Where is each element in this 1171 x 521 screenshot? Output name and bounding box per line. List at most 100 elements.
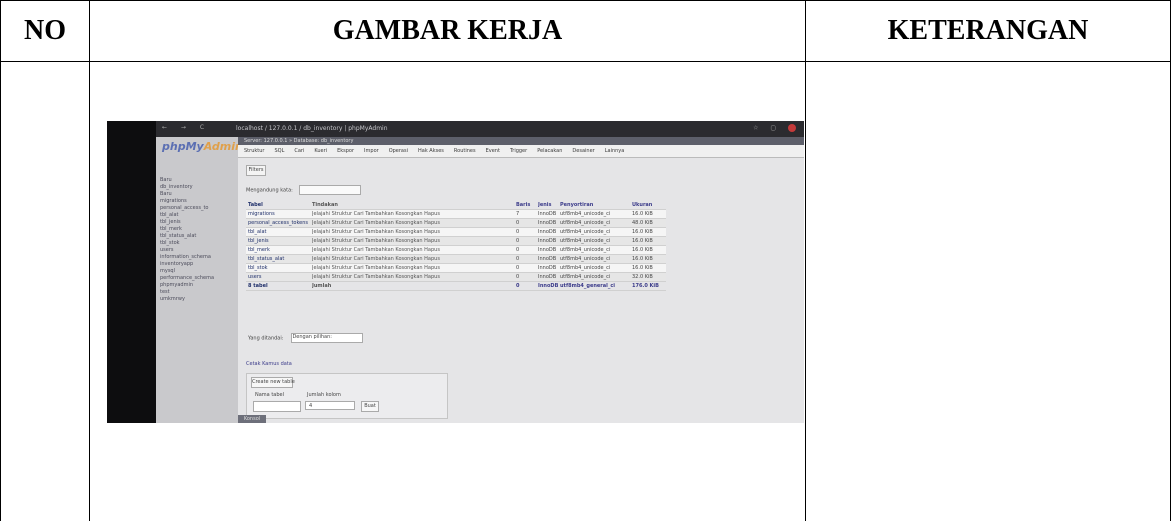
table-cell: 32.0 KiB bbox=[632, 274, 653, 280]
tab-item[interactable]: Lainnya bbox=[605, 148, 625, 154]
header-gambar-kerja: GAMBAR KERJA bbox=[332, 15, 563, 46]
print-links[interactable]: Cetak Kamus data bbox=[246, 361, 292, 367]
window-controls[interactable]: ☆ ▢ bbox=[753, 124, 796, 132]
table-cell: utf8mb4_unicode_ci bbox=[560, 274, 611, 280]
sidebar-item[interactable]: phpmyadmin bbox=[160, 282, 214, 289]
table-cell: InnoDB bbox=[538, 265, 557, 271]
table-cell: InnoDB bbox=[538, 256, 557, 262]
console-tab[interactable]: Konsol bbox=[238, 415, 266, 423]
screen-photo: ← → C localhost / 127.0.0.1 / db_invento… bbox=[107, 121, 804, 423]
table-cell: 0 bbox=[516, 247, 520, 253]
sidebar-item[interactable]: tbl_status_alat bbox=[160, 233, 214, 240]
table-cell: utf8mb4_unicode_ci bbox=[560, 220, 611, 226]
with-selected-label: Yang ditandai: bbox=[248, 335, 284, 342]
sidebar-item[interactable]: users bbox=[160, 247, 214, 254]
table-row[interactable]: tbl_merk Jelajahi Struktur Cari Tambahkan… bbox=[246, 246, 666, 255]
table-cell: 8 tabel bbox=[248, 283, 268, 289]
sidebar-item[interactable]: tbl_jenis bbox=[160, 219, 214, 226]
tab-item[interactable]: Kueri bbox=[314, 148, 327, 154]
table-cell: 16.0 KiB bbox=[632, 256, 653, 262]
sidebar-item[interactable]: information_schema bbox=[160, 254, 214, 261]
tab-item[interactable]: Cari bbox=[294, 148, 304, 154]
table-cell: utf8mb4_unicode_ci bbox=[560, 229, 611, 235]
pma-main: Server: 127.0.0.1 » Database: db_invento… bbox=[238, 137, 804, 423]
tab-item[interactable]: Routines bbox=[454, 148, 476, 154]
table-cell: 0 bbox=[516, 274, 520, 280]
sidebar-item[interactable]: Baru bbox=[160, 177, 214, 184]
table-row[interactable]: tbl_stok Jelajahi Struktur Cari Tambahkan… bbox=[246, 264, 666, 273]
table-row[interactable]: personal_access_tokens Jelajahi Struktur … bbox=[246, 219, 666, 228]
columns-label: Jumlah kolom bbox=[307, 392, 341, 398]
tables-list: Tabel Tindakan Baris Jenis Penyortiran Ukuran… bbox=[246, 201, 666, 291]
containing-filter: Mengandung kata: bbox=[246, 185, 361, 195]
table-cell: 0 bbox=[516, 238, 520, 244]
table-cell: InnoDB bbox=[538, 283, 558, 289]
tab-item[interactable]: Struktur bbox=[244, 148, 264, 154]
table-cell: InnoDB bbox=[538, 220, 557, 226]
create-table-panel: Create new table Nama tabel Jumlah kolom… bbox=[246, 373, 448, 419]
table-cell: 16.0 KiB bbox=[632, 265, 653, 271]
header-keterangan: KETERANGAN bbox=[887, 15, 1089, 46]
table-cell: 176.0 KiB bbox=[632, 283, 659, 289]
with-selected-dropdown[interactable]: Dengan pilihan: bbox=[291, 333, 364, 343]
containing-input[interactable] bbox=[298, 185, 361, 195]
breadcrumb[interactable]: Server: 127.0.0.1 » Database: db_invento… bbox=[238, 137, 804, 145]
table-cell: migrations bbox=[248, 211, 275, 217]
table-cell: utf8mb4_unicode_ci bbox=[560, 238, 611, 244]
table-header-row: 8 tabel Jumlah 0 InnoDB utf8mb4_general_ci 17… bbox=[246, 282, 666, 291]
tab-item[interactable]: Ekspor bbox=[337, 148, 354, 154]
table-cell: tbl_merk bbox=[248, 247, 270, 253]
pma-sidebar: phpMyAdmin Baru db_inventory Baru migration… bbox=[156, 137, 243, 423]
sidebar-item[interactable]: tbl_alat bbox=[160, 212, 214, 219]
column-divider-2 bbox=[805, 0, 806, 521]
document-table: NO GAMBAR KERJA KETERANGAN ← → C localho… bbox=[0, 0, 1171, 521]
table-cell: 0 bbox=[516, 229, 520, 235]
columns-input[interactable]: 4 bbox=[305, 401, 355, 410]
table-cell: Jenis bbox=[538, 202, 552, 208]
sidebar-item[interactable]: tbl_merk bbox=[160, 226, 214, 233]
sidebar-item[interactable]: db_inventory bbox=[160, 184, 214, 191]
sidebar-item[interactable]: mysql bbox=[160, 268, 214, 275]
tab-item[interactable]: Pelacakan bbox=[537, 148, 562, 154]
phpmyadmin-logo: phpMyAdmin bbox=[162, 140, 243, 153]
sidebar-item[interactable]: Baru bbox=[160, 191, 214, 198]
table-row[interactable]: migrations Jelajahi Struktur Cari Tambahk… bbox=[246, 210, 666, 219]
sidebar-item[interactable]: inventoryapp bbox=[160, 261, 214, 268]
table-cell: Jelajahi Struktur Cari Tambahkan Kosongk… bbox=[312, 238, 440, 244]
table-cell: InnoDB bbox=[538, 247, 557, 253]
table-cell: Tabel bbox=[248, 202, 263, 208]
record-icon bbox=[788, 124, 796, 132]
table-cell: Jelajahi Struktur Cari Tambahkan Kosongk… bbox=[312, 274, 440, 280]
create-table-button[interactable]: Create new table bbox=[251, 377, 295, 388]
sidebar-item[interactable]: tbl_stok bbox=[160, 240, 214, 247]
table-name-label: Nama tabel bbox=[255, 392, 284, 398]
sidebar-item[interactable]: migrations bbox=[160, 198, 214, 205]
table-row[interactable]: users Jelajahi Struktur Cari Tambahkan Ko… bbox=[246, 273, 666, 282]
tab-item[interactable]: Desainer bbox=[572, 148, 594, 154]
table-cell: InnoDB bbox=[538, 274, 557, 280]
browser-nav-icons[interactable]: ← → C bbox=[162, 124, 210, 131]
tab-item[interactable]: Trigger bbox=[510, 148, 527, 154]
table-row[interactable]: tbl_status_alat Jelajahi Struktur Cari Ta… bbox=[246, 255, 666, 264]
table-name-input[interactable] bbox=[253, 401, 301, 412]
table-cell: utf8mb4_unicode_ci bbox=[560, 256, 611, 262]
tab-item[interactable]: Hak Akses bbox=[418, 148, 444, 154]
address-bar[interactable]: localhost / 127.0.0.1 / db_inventory | p… bbox=[236, 125, 388, 132]
sidebar-item[interactable]: personal_access_to bbox=[160, 205, 214, 212]
table-cell: Jelajahi Struktur Cari Tambahkan Kosongk… bbox=[312, 211, 440, 217]
tab-item[interactable]: Impor bbox=[364, 148, 379, 154]
sidebar-item[interactable]: umkmrwy bbox=[160, 296, 214, 303]
table-cell: 16.0 KiB bbox=[632, 247, 653, 253]
table-cell: Penyortiran bbox=[560, 202, 594, 208]
go-button[interactable]: Buat bbox=[361, 401, 379, 412]
tab-item[interactable]: Event bbox=[486, 148, 500, 154]
sidebar-item[interactable]: test bbox=[160, 289, 214, 296]
column-divider-1 bbox=[89, 0, 90, 521]
table-row[interactable]: tbl_alat Jelajahi Struktur Cari Tambahkan… bbox=[246, 228, 666, 237]
tab-item[interactable]: SQL bbox=[274, 148, 284, 154]
tab-item[interactable]: Operasi bbox=[389, 148, 408, 154]
header-bottom-border bbox=[0, 61, 1171, 62]
table-row[interactable]: tbl_jenis Jelajahi Struktur Cari Tambahka… bbox=[246, 237, 666, 246]
browser-toolbar: ← → C localhost / 127.0.0.1 / db_invento… bbox=[156, 121, 804, 137]
sidebar-item[interactable]: performance_schema bbox=[160, 275, 214, 282]
